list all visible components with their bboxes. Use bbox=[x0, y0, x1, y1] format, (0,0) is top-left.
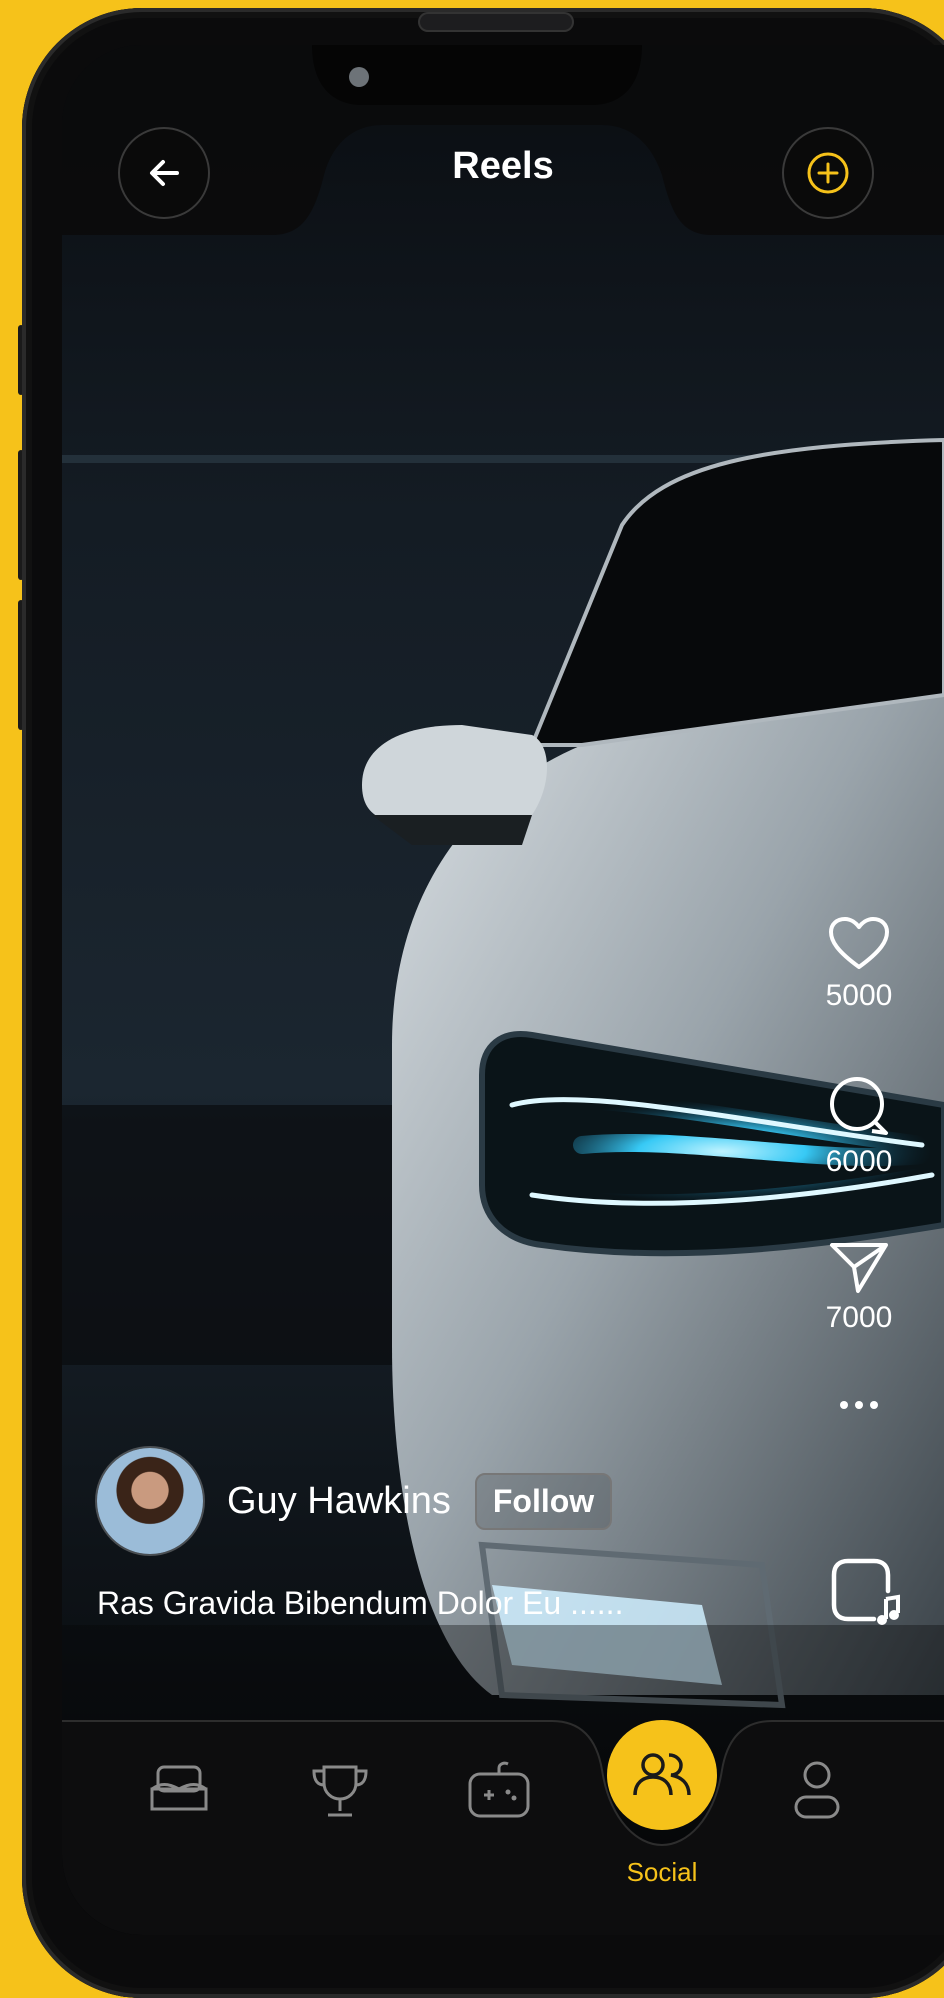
music-note-icon bbox=[831, 1558, 900, 1625]
ellipsis-icon bbox=[840, 1401, 878, 1409]
comment-icon bbox=[830, 1077, 888, 1135]
add-reel-button[interactable] bbox=[782, 127, 874, 219]
profile-icon bbox=[794, 1761, 840, 1819]
reel-screen: Reels 5000 6000 7000 Guy Hawkins Follow … bbox=[62, 45, 944, 1935]
like-count: 5000 bbox=[825, 979, 893, 1012]
heart-icon bbox=[829, 917, 889, 969]
nav-label-social: Social bbox=[626, 1857, 698, 1887]
sofa-icon bbox=[150, 1765, 208, 1811]
nav-item-games[interactable] bbox=[454, 1745, 544, 1835]
users-icon bbox=[633, 1753, 691, 1796]
nav-item-social[interactable] bbox=[607, 1720, 717, 1830]
audio-button[interactable] bbox=[828, 1555, 904, 1636]
speaker-grill bbox=[418, 12, 574, 32]
trophy-icon bbox=[312, 1765, 368, 1817]
nav-item-profile[interactable] bbox=[772, 1745, 862, 1835]
send-icon bbox=[830, 1243, 888, 1293]
follow-button[interactable]: Follow bbox=[474, 1472, 613, 1530]
plus-circle-icon bbox=[807, 152, 849, 194]
more-options-button[interactable] bbox=[804, 1399, 914, 1411]
share-count: 7000 bbox=[825, 1301, 893, 1334]
comment-button[interactable]: 6000 bbox=[804, 1073, 914, 1179]
like-button[interactable]: 5000 bbox=[804, 915, 914, 1013]
reel-caption[interactable]: Ras Gravida Bibendum Dolor Eu ...... bbox=[97, 1585, 623, 1622]
avatar[interactable] bbox=[97, 1448, 203, 1554]
reel-author: Guy Hawkins Follow bbox=[97, 1448, 613, 1554]
author-name[interactable]: Guy Hawkins bbox=[227, 1480, 451, 1523]
gamepad-icon bbox=[468, 1761, 530, 1818]
nav-item-lounge[interactable] bbox=[134, 1745, 224, 1835]
comment-count: 6000 bbox=[825, 1145, 893, 1178]
reel-actions: 5000 6000 7000 bbox=[804, 915, 914, 1411]
nav-item-trophy[interactable] bbox=[295, 1745, 385, 1835]
share-button[interactable]: 7000 bbox=[804, 1239, 914, 1335]
